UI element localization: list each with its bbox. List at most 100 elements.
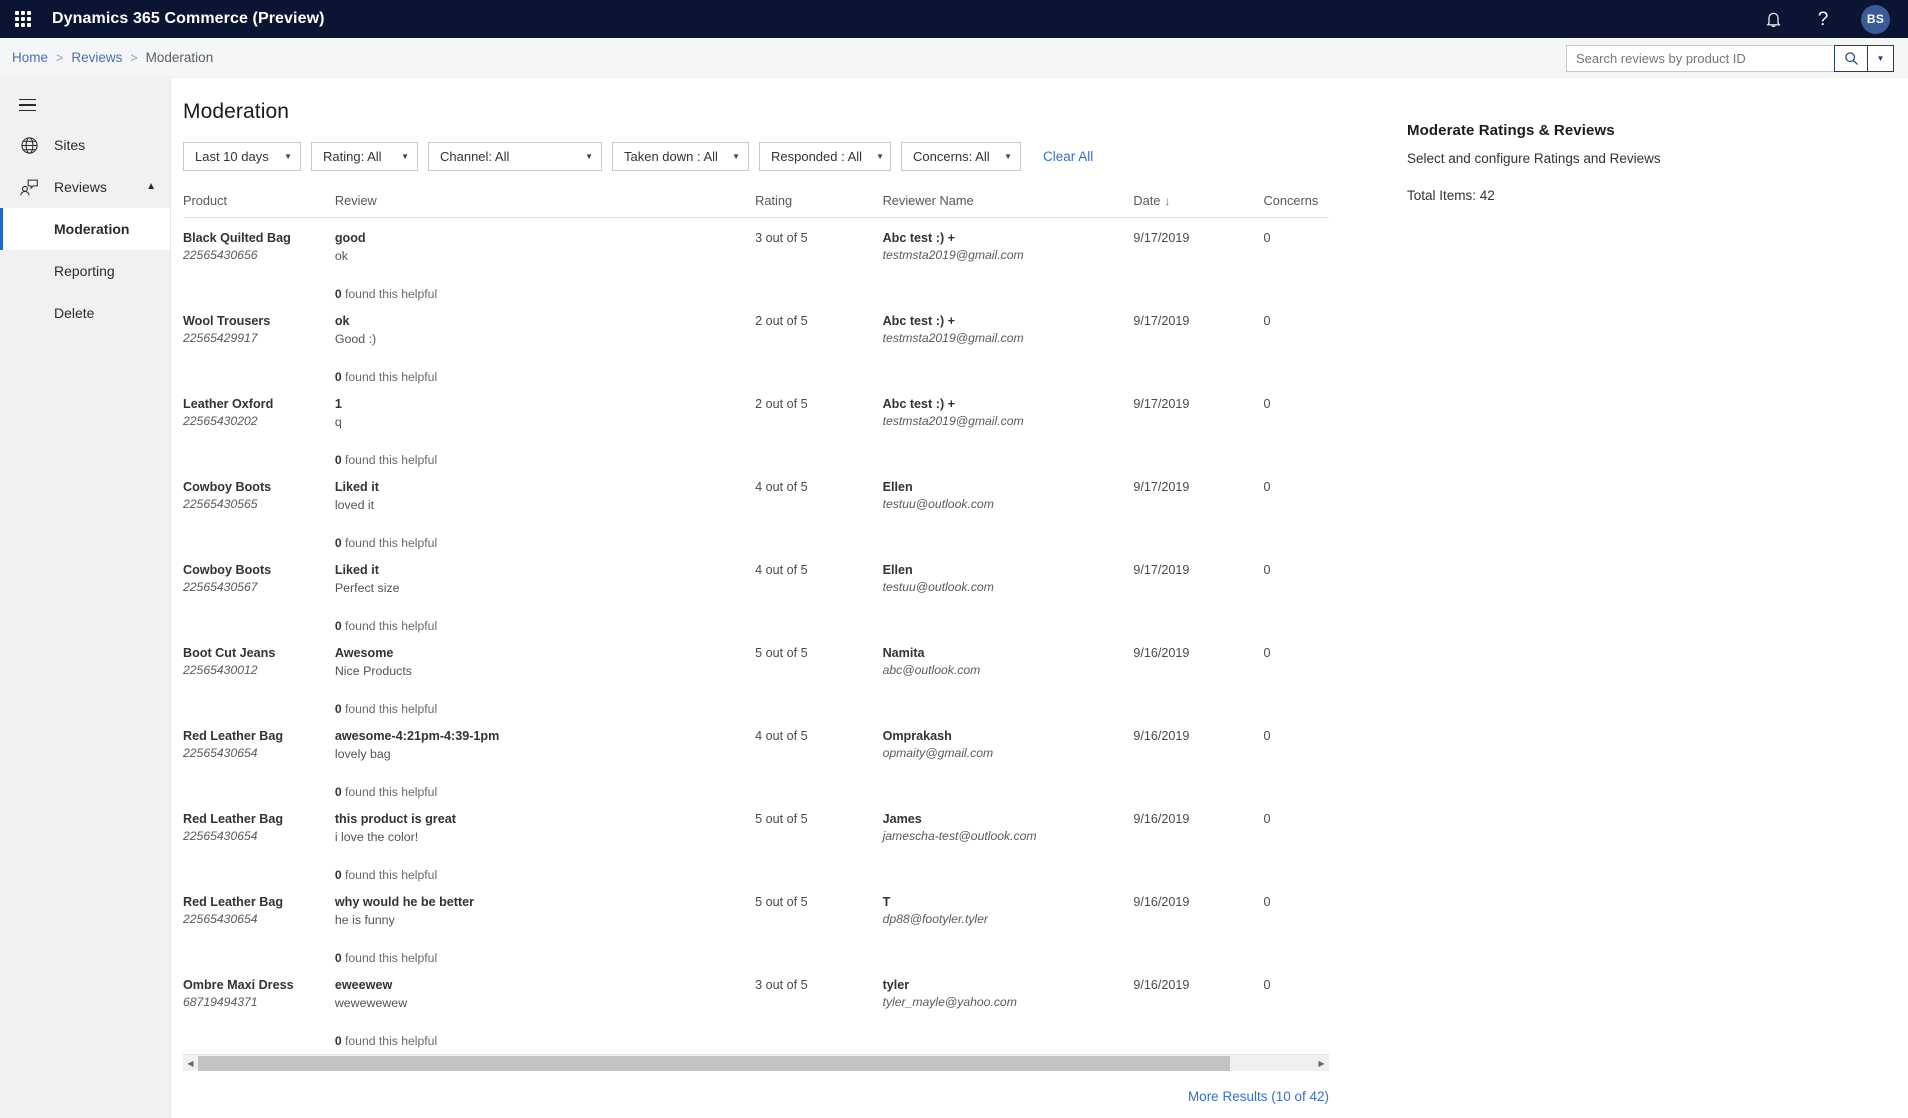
review-helpful-count: 0 found this helpful [335, 678, 749, 716]
table-row[interactable]: Red Leather Bag 22565430654 awesome-4:21… [183, 716, 1329, 799]
main-column: Moderation Last 10 days ▼ Rating: All ▼ … [171, 78, 1371, 1118]
reviews-table: Product Review Rating Reviewer Name Date… [183, 193, 1329, 1048]
chevron-right-icon[interactable]: ▶ [1314, 1055, 1329, 1072]
cell-concerns: 0 [1263, 646, 1271, 660]
right-info-panel: Moderate Ratings & Reviews Select and co… [1371, 78, 1908, 1118]
product-name: Cowboy Boots [183, 480, 272, 494]
column-header-date-label: Date [1133, 193, 1161, 208]
helpful-number: 0 [334, 370, 342, 384]
filter-channel[interactable]: Channel: All ▼ [428, 142, 602, 171]
reviews-table-wrapper: Product Review Rating Reviewer Name Date… [183, 193, 1329, 1048]
helpful-suffix: found this helpful [345, 453, 438, 467]
column-header-rating[interactable]: Rating [755, 193, 883, 218]
cell-review: ok Good :) 0 found this helpful [335, 301, 755, 384]
chevron-left-icon[interactable]: ◀ [183, 1055, 198, 1072]
breadcrumb-separator: > [56, 50, 64, 65]
search-button[interactable] [1834, 45, 1868, 72]
helpful-suffix: found this helpful [345, 702, 438, 716]
cell-date: 9/17/2019 [1133, 231, 1190, 245]
helpful-number: 0 [334, 619, 342, 633]
filter-concerns[interactable]: Concerns: All ▼ [901, 142, 1021, 171]
product-name: Black Quilted Bag [183, 231, 291, 245]
search-input[interactable] [1566, 45, 1834, 72]
table-row[interactable]: Wool Trousers 22565429917 ok Good :) 0 f… [183, 301, 1329, 384]
table-header-row: Product Review Rating Reviewer Name Date… [183, 193, 1329, 218]
filter-rating[interactable]: Rating: All ▼ [311, 142, 418, 171]
cell-reviewer: Ellen testuu@outlook.com [883, 467, 1134, 550]
sidebar-item-reporting[interactable]: Reporting [0, 250, 170, 292]
review-body: wewewewew [334, 996, 408, 1010]
sidebar-item-delete[interactable]: Delete [0, 292, 170, 334]
reviewer-email: opmaity@gmail.com [882, 746, 994, 760]
filter-responded[interactable]: Responded : All ▼ [759, 142, 891, 171]
helpful-suffix: found this helpful [345, 619, 438, 633]
avatar[interactable]: BS [1861, 4, 1890, 34]
question-mark-icon[interactable]: ? [1811, 7, 1835, 31]
cell-review: good ok 0 found this helpful [335, 218, 755, 301]
table-row[interactable]: Black Quilted Bag 22565430656 good ok 0 … [183, 218, 1329, 301]
sidebar-item-sites[interactable]: Sites [0, 124, 170, 166]
cell-reviewer: Namita abc@outlook.com [883, 633, 1134, 716]
clear-all-button[interactable]: Clear All [1043, 149, 1093, 164]
cell-rating: 2 out of 5 [755, 314, 808, 328]
search-options-chevron-down-icon[interactable]: ▼ [1868, 45, 1894, 72]
reviewer-email: tyler_mayle@yahoo.com [882, 995, 1017, 1009]
breadcrumb-item-moderation[interactable]: Moderation [146, 50, 214, 65]
review-helpful-count: 0 found this helpful [335, 512, 749, 550]
cell-product: Red Leather Bag 22565430654 [183, 716, 335, 799]
reviewer-email: testuu@outlook.com [882, 580, 994, 594]
sidebar-item-moderation[interactable]: Moderation [0, 208, 170, 250]
cell-review: eweewew wewewewew 0 found this helpful [335, 965, 755, 1048]
filter-date-range[interactable]: Last 10 days ▼ [183, 142, 301, 171]
reviewer-email: testmsta2019@gmail.com [882, 331, 1024, 345]
sidebar-item-label: Sites [54, 137, 86, 153]
reviewer-icon [8, 178, 50, 197]
table-row[interactable]: Leather Oxford 22565430202 1 q 0 found t… [183, 384, 1329, 467]
cell-review: awesome-4:21pm-4:39-1pm lovely bag 0 fou… [335, 716, 755, 799]
product-name: Red Leather Bag [183, 895, 284, 909]
cell-date: 9/17/2019 [1133, 563, 1190, 577]
more-results-link[interactable]: More Results (10 of 42) [1188, 1089, 1329, 1104]
bell-icon[interactable] [1761, 7, 1785, 31]
table-row[interactable]: Red Leather Bag 22565430654 this product… [183, 799, 1329, 882]
chevron-up-icon[interactable]: ▲ [146, 182, 156, 192]
column-header-product[interactable]: Product [183, 193, 335, 218]
column-header-concerns[interactable]: Concerns [1263, 193, 1329, 218]
table-row[interactable]: Cowboy Boots 22565430567 Liked it Perfec… [183, 550, 1329, 633]
filter-bar: Last 10 days ▼ Rating: All ▼ Channel: Al… [171, 124, 1371, 171]
review-body: loved it [334, 498, 375, 512]
table-row[interactable]: Cowboy Boots 22565430565 Liked it loved … [183, 467, 1329, 550]
breadcrumb-separator: > [130, 50, 138, 65]
sidebar-item-reviews[interactable]: Reviews ▲ [0, 166, 170, 208]
scrollbar-thumb[interactable] [198, 1055, 1230, 1071]
page-title: Moderation [183, 100, 290, 123]
review-helpful-count: 0 found this helpful [335, 927, 749, 965]
reviewer-email: dp88@footyler.tyler [882, 912, 988, 926]
scrollbar-track[interactable] [198, 1055, 1314, 1072]
column-header-review[interactable]: Review [334, 193, 756, 218]
helpful-number: 0 [334, 702, 342, 716]
table-row[interactable]: Ombre Maxi Dress 68719494371 eweewew wew… [183, 965, 1329, 1048]
right-panel-title: Moderate Ratings & Reviews [1407, 122, 1615, 139]
helpful-suffix: found this helpful [345, 370, 438, 384]
helpful-suffix: found this helpful [345, 868, 438, 882]
cell-product: Boot Cut Jeans 22565430012 [183, 633, 335, 716]
product-id: 22565430654 [183, 829, 258, 843]
helpful-number: 0 [334, 868, 342, 882]
column-header-date[interactable]: Date ↓ [1133, 193, 1264, 218]
app-launcher-icon[interactable] [10, 6, 36, 32]
breadcrumb-item-home[interactable]: Home [12, 50, 48, 65]
reviews-table-clip: Product Review Rating Reviewer Name Date… [183, 193, 1329, 1048]
table-row[interactable]: Red Leather Bag 22565430654 why would he… [183, 882, 1329, 965]
reviewer-email: abc@outlook.com [882, 663, 981, 677]
horizontal-scrollbar[interactable]: ◀ ▶ [183, 1054, 1329, 1071]
cell-rating: 2 out of 5 [755, 397, 808, 411]
review-helpful-count: 0 found this helpful [335, 761, 749, 799]
product-name: Leather Oxford [183, 397, 274, 411]
filter-taken-down[interactable]: Taken down : All ▼ [612, 142, 749, 171]
table-row[interactable]: Boot Cut Jeans 22565430012 Awesome Nice … [183, 633, 1329, 716]
breadcrumb-item-reviews[interactable]: Reviews [71, 50, 122, 65]
chevron-down-icon: ▼ [284, 152, 292, 161]
column-header-reviewer-name[interactable]: Reviewer Name [882, 193, 1134, 218]
hamburger-menu-icon[interactable] [4, 86, 50, 124]
